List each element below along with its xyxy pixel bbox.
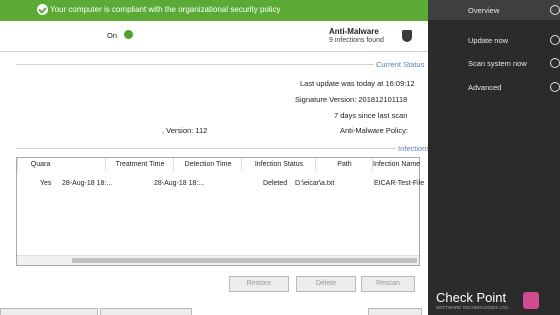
search-icon (550, 58, 560, 68)
sidebar-item-label: Advanced (468, 83, 502, 92)
sidebar-item-update-now[interactable]: Update now (428, 30, 560, 50)
last-scan-text: 7 days since last scan (334, 111, 408, 120)
sidebar: Overview Update now Scan system now Adva… (428, 0, 560, 315)
check-circle-icon (37, 4, 48, 15)
infections-label: Infections (398, 144, 431, 153)
sidebar-item-label: Overview (468, 6, 500, 15)
delete-button[interactable]: Delete (296, 276, 356, 292)
bottom-button[interactable] (0, 308, 98, 315)
infections-rule (16, 148, 396, 149)
logo-text: Check Point (436, 290, 507, 305)
banner-text: Your computer is compliant with the orga… (50, 5, 281, 14)
cell-quarantine: Yes (40, 180, 52, 187)
shield-icon (402, 30, 412, 42)
status-on-text: On (107, 31, 118, 40)
cell-detection-time: 28-Aug-18 18:... (154, 180, 205, 187)
compliance-banner: Your computer is compliant with the orga… (0, 0, 428, 21)
check-point-logo: Check Point SOFTWARE TECHNOLOGIES LTD. (436, 290, 526, 310)
col-header[interactable]: Infection Status (241, 158, 316, 171)
status-on-icon (124, 30, 133, 39)
logo-subtext: SOFTWARE TECHNOLOGIES LTD. (436, 305, 509, 310)
table-row[interactable]: EICAR-Test-File D:\eicar\a.txt Deleted 2… (17, 178, 424, 191)
cell-status: Deleted (263, 180, 288, 187)
gear-icon (550, 82, 560, 92)
signature-version-text: Signature Version: 201812101118 (295, 95, 408, 104)
bottom-button[interactable] (368, 308, 422, 315)
scrollbar-thumb[interactable] (72, 258, 417, 263)
sidebar-item-scan[interactable]: Scan system now (428, 53, 560, 73)
horizontal-scrollbar[interactable] (17, 255, 419, 265)
policy-version: , Version: 112 (162, 126, 208, 135)
sidebar-item-advanced[interactable]: Advanced (428, 77, 560, 97)
refresh-icon (550, 35, 560, 45)
sidebar-item-overview[interactable]: Overview (428, 0, 560, 20)
check-point-badge-icon (523, 292, 539, 309)
cell-path: D:\eicar\a.txt (295, 180, 335, 187)
last-update-text: Last update was today at 16:09:12 (300, 79, 415, 88)
divider (0, 51, 428, 52)
home-icon (550, 5, 560, 15)
policy-label: Anti-Malware Policy: (340, 126, 408, 135)
col-header[interactable]: Detection Time (173, 158, 242, 171)
sidebar-item-label: Update now (468, 36, 509, 45)
bottom-button[interactable] (100, 308, 192, 315)
cell-treatment-time: 28-Aug-18 18:... (62, 180, 113, 187)
col-header[interactable]: Quara (17, 158, 63, 171)
sidebar-item-label: Scan system now (468, 59, 527, 68)
col-header[interactable]: Path (315, 158, 373, 171)
infections-table[interactable]: Infection Name Path Infection Status Det… (16, 157, 424, 266)
anti-malware-subtitle: 9 infections found (329, 37, 384, 44)
current-status-rule (16, 64, 374, 65)
current-status-label: Current Status (376, 60, 425, 69)
main-panel: Your computer is compliant with the orga… (0, 0, 431, 315)
cell-infection-name: EICAR-Test-File (374, 180, 425, 187)
col-header[interactable]: Infection Name (372, 158, 420, 171)
col-header[interactable]: Treatment Time (105, 158, 174, 171)
restore-button[interactable]: Restore (229, 276, 289, 292)
rescan-button[interactable]: Rescan (361, 276, 415, 292)
anti-malware-title: Anti-Malware (329, 27, 379, 36)
